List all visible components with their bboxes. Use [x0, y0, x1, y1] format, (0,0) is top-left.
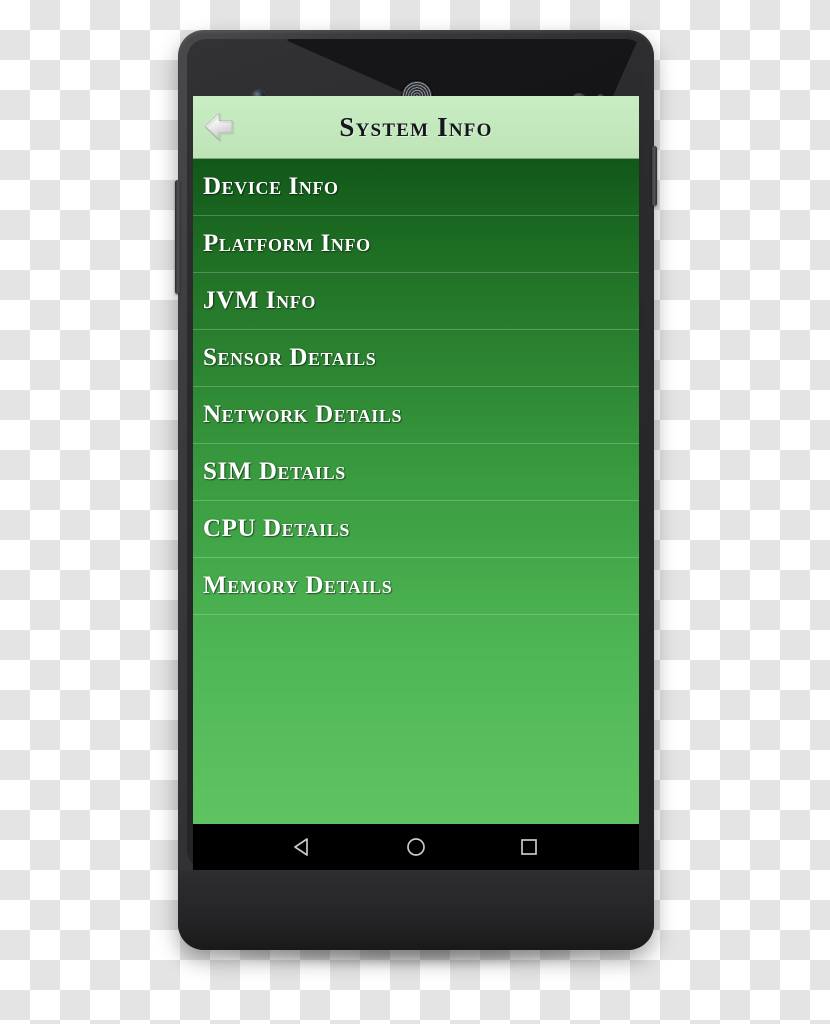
page-title: System Info: [339, 111, 493, 142]
menu-item-cpu-details[interactable]: CPU Details: [193, 501, 639, 558]
menu-list: Device Info Platform Info JVM Info Senso…: [193, 159, 639, 824]
menu-item-memory-details[interactable]: Memory Details: [193, 558, 639, 615]
nav-back-button[interactable]: [283, 830, 323, 864]
volume-button[interactable]: [175, 180, 180, 294]
menu-item-jvm-info[interactable]: JVM Info: [193, 273, 639, 330]
device-bottom-bezel: [178, 870, 654, 950]
nav-recents-button[interactable]: [509, 830, 549, 864]
power-button[interactable]: [652, 146, 657, 206]
menu-item-label: Device Info: [203, 173, 339, 200]
menu-item-label: Network Details: [203, 401, 403, 428]
android-navigation-bar: [193, 824, 639, 870]
app-bar: System Info: [193, 96, 639, 159]
recents-square-icon: [520, 839, 537, 855]
home-circle-icon: [407, 838, 425, 856]
phone-screen: System Info Device Info Platform Info JV…: [193, 96, 639, 870]
menu-item-label: Memory Details: [203, 572, 393, 599]
menu-item-platform-info[interactable]: Platform Info: [193, 216, 639, 273]
menu-item-label: CPU Details: [203, 515, 350, 542]
phone-device: System Info Device Info Platform Info JV…: [175, 30, 657, 950]
nav-home-button[interactable]: [396, 830, 436, 864]
menu-item-label: Platform Info: [203, 230, 371, 257]
menu-item-sensor-details[interactable]: Sensor Details: [193, 330, 639, 387]
menu-item-label: Sensor Details: [203, 344, 377, 371]
menu-item-network-details[interactable]: Network Details: [193, 387, 639, 444]
menu-item-label: JVM Info: [203, 287, 316, 314]
menu-item-label: SIM Details: [203, 458, 346, 485]
back-triangle-icon: [294, 838, 309, 856]
menu-item-device-info[interactable]: Device Info: [193, 159, 639, 216]
menu-item-sim-details[interactable]: SIM Details: [193, 444, 639, 501]
back-arrow-icon[interactable]: [201, 105, 247, 149]
